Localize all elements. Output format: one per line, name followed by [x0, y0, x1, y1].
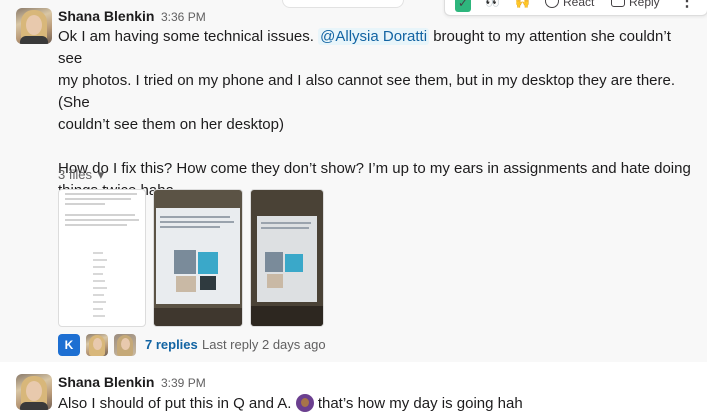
eyes-emoji-button[interactable]: 👀	[485, 0, 500, 11]
timestamp[interactable]: 3:36 PM	[161, 10, 206, 24]
reply-button[interactable]: Reply	[611, 0, 660, 11]
thread-replies-link[interactable]: 7 replies	[145, 337, 198, 352]
files-toggle[interactable]: 3 files ▾	[58, 167, 104, 183]
woman-facepalming-emoji-icon	[295, 394, 314, 412]
text-line: couldn’t see them on her desktop)	[58, 116, 284, 133]
message-1[interactable]: ✓ 👀 🙌 React Reply ⋮ Shana Blenkin 3:36 P…	[0, 0, 707, 362]
reply-label: Reply	[629, 0, 660, 9]
timestamp[interactable]: 3:39 PM	[161, 376, 206, 390]
react-label: React	[563, 0, 595, 9]
chevron-down-icon: ▾	[97, 167, 105, 182]
file-thumbnail-2[interactable]	[153, 189, 243, 327]
avatar[interactable]	[16, 8, 52, 44]
message-text: Ok I am having some technical issues. @A…	[58, 26, 698, 202]
file-thumbnail-3[interactable]	[250, 189, 324, 327]
message-actions-toolbar: ✓ 👀 🙌 React Reply ⋮	[444, 0, 707, 16]
message-text: Also I should of put this in Q and A. th…	[58, 393, 698, 415]
react-button[interactable]: React	[545, 0, 594, 11]
author-name[interactable]: Shana Blenkin	[58, 374, 154, 390]
text-segment: Also I should of put this in Q and A.	[58, 395, 292, 412]
add-reaction-icon	[545, 0, 559, 8]
file-thumbnail-1[interactable]	[58, 189, 146, 327]
thread-participant-avatar: K	[58, 334, 80, 356]
text-segment: that’s how my day is going hah	[317, 395, 523, 412]
avatar-letter: K	[64, 338, 74, 352]
text-line: my photos. I tried on my phone and I als…	[58, 72, 676, 111]
text-line: How do I fix this? How come they don’t s…	[58, 160, 691, 177]
thread-participant-avatar	[114, 334, 136, 356]
thread-participant-avatar	[86, 334, 108, 356]
user-mention[interactable]: @Allysia Doratti	[318, 28, 430, 45]
message-2[interactable]: Shana Blenkin 3:39 PM Also I should of p…	[0, 364, 707, 417]
check-emoji-button[interactable]: ✓	[455, 0, 471, 12]
files-label: 3 files	[58, 167, 92, 182]
avatar[interactable]	[16, 374, 52, 410]
text-segment: Ok I am having some technical issues.	[58, 28, 314, 45]
raised-hands-emoji-button[interactable]: 🙌	[515, 0, 530, 11]
more-actions-icon[interactable]: ⋮	[679, 0, 695, 11]
hover-pill	[282, 0, 404, 8]
author-name[interactable]: Shana Blenkin	[58, 8, 154, 24]
thread-last-reply: Last reply 2 days ago	[202, 337, 326, 352]
reply-icon	[611, 0, 625, 7]
